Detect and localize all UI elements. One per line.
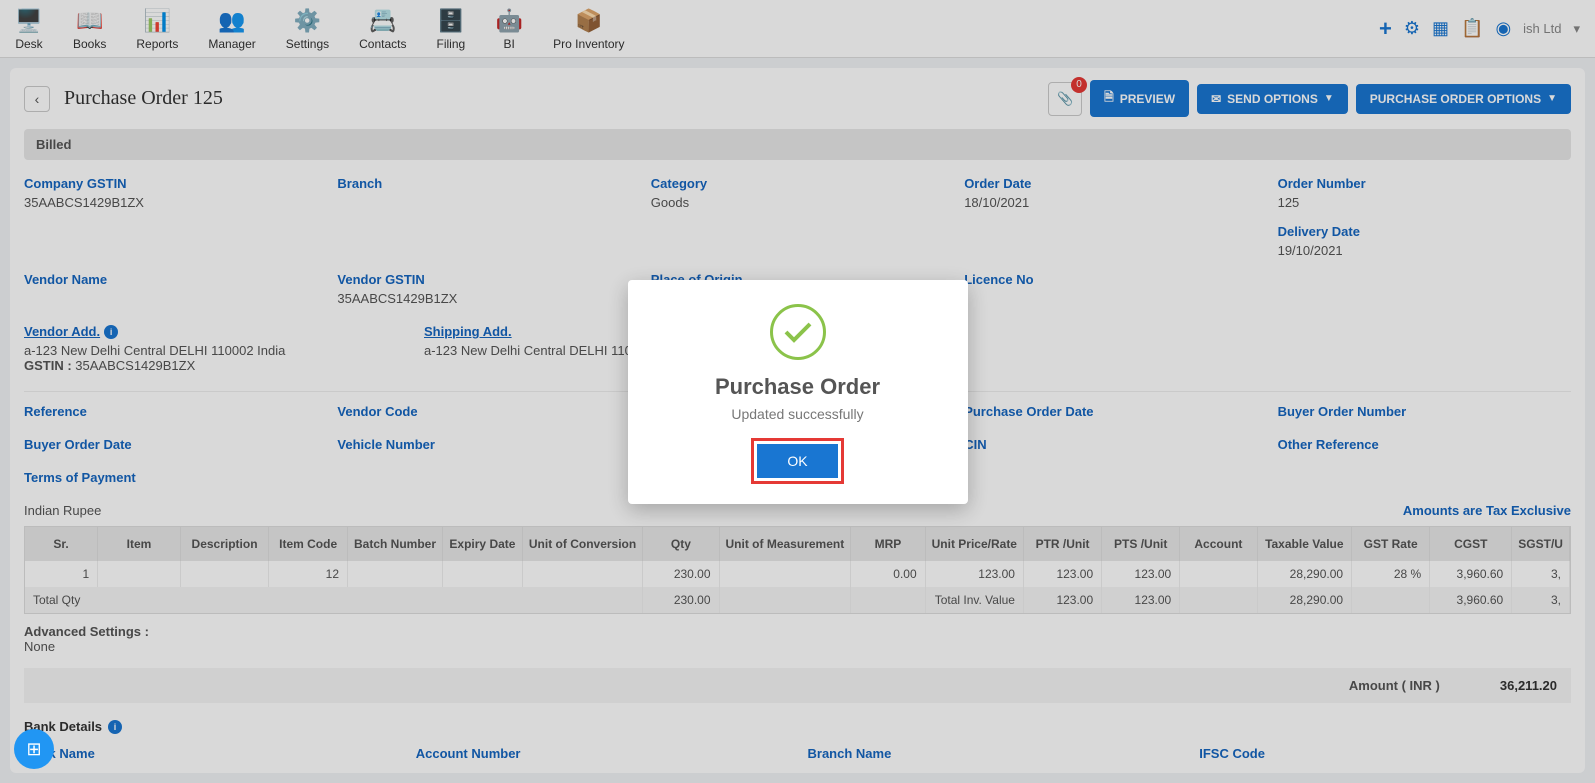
ok-highlight: OK: [751, 438, 843, 484]
ok-button[interactable]: OK: [757, 444, 837, 478]
success-modal: Purchase Order Updated successfully OK: [628, 280, 968, 504]
modal-overlay: Purchase Order Updated successfully OK: [0, 0, 1595, 783]
modal-message: Updated successfully: [648, 406, 948, 422]
check-icon: [770, 304, 826, 360]
apps-fab-button[interactable]: ⊞: [14, 729, 54, 769]
modal-title: Purchase Order: [648, 374, 948, 400]
